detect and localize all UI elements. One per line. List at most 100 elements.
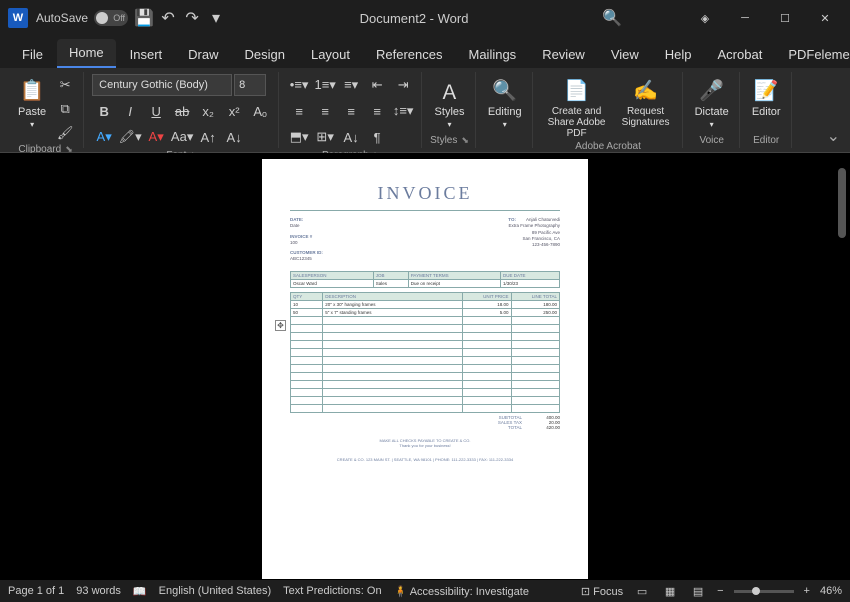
text-predictions[interactable]: Text Predictions: On bbox=[283, 585, 381, 597]
tab-review[interactable]: Review bbox=[530, 41, 597, 68]
styles-icon: Ａ bbox=[436, 76, 464, 104]
bold-button[interactable]: B bbox=[92, 100, 116, 122]
bullets-button[interactable]: •≡▾ bbox=[287, 74, 311, 96]
find-icon: 🔍 bbox=[491, 76, 519, 104]
tab-layout[interactable]: Layout bbox=[299, 41, 362, 68]
focus-button[interactable]: ⊡ Focus bbox=[581, 585, 623, 598]
editor-button[interactable]: 📝 Editor bbox=[748, 74, 785, 120]
document-area[interactable]: INVOICE DATE: Date INVOICE # 100 CUSTOME… bbox=[0, 153, 850, 580]
tab-design[interactable]: Design bbox=[233, 41, 297, 68]
tab-insert[interactable]: Insert bbox=[118, 41, 175, 68]
paste-button[interactable]: 📋 Paste ▾ bbox=[14, 74, 50, 131]
print-layout-icon[interactable]: ▦ bbox=[661, 583, 679, 599]
font-name-input[interactable] bbox=[92, 74, 232, 96]
page[interactable]: INVOICE DATE: Date INVOICE # 100 CUSTOME… bbox=[262, 159, 588, 579]
tab-mailings[interactable]: Mailings bbox=[457, 41, 529, 68]
group-editing: 🔍 Editing ▾ bbox=[478, 72, 533, 148]
read-mode-icon[interactable]: ▭ bbox=[633, 583, 651, 599]
line-spacing-button[interactable]: ↕≡▾ bbox=[391, 100, 415, 122]
font-color-button[interactable]: A▾ bbox=[144, 126, 168, 148]
change-case-button[interactable]: Aa▾ bbox=[170, 126, 194, 148]
collapse-ribbon-icon[interactable]: ⌄ bbox=[827, 126, 840, 146]
show-marks-button[interactable]: ¶ bbox=[365, 126, 389, 148]
highlight-button[interactable]: 🖍▾ bbox=[118, 126, 142, 148]
align-right-button[interactable]: ≡ bbox=[339, 100, 363, 122]
search-icon[interactable]: 🔍 bbox=[604, 10, 620, 26]
strikethrough-button[interactable]: ab bbox=[170, 100, 194, 122]
pdf-icon: 📄 bbox=[563, 76, 591, 104]
tab-acrobat[interactable]: Acrobat bbox=[706, 41, 775, 68]
zoom-slider[interactable] bbox=[734, 590, 794, 593]
undo-icon[interactable]: ↶ bbox=[160, 10, 176, 26]
launcher-icon[interactable]: ⬊ bbox=[461, 135, 469, 146]
word-count[interactable]: 93 words bbox=[76, 585, 121, 597]
request-signatures-button[interactable]: ✍ Request Signatures bbox=[616, 74, 676, 130]
tab-help[interactable]: Help bbox=[653, 41, 704, 68]
borders-button[interactable]: ⊞▾ bbox=[313, 126, 337, 148]
sort-button[interactable]: A↓ bbox=[339, 126, 363, 148]
font-size-input[interactable] bbox=[234, 74, 266, 96]
format-painter-icon[interactable]: 🖌 bbox=[53, 122, 77, 144]
vertical-scrollbar[interactable] bbox=[838, 158, 848, 578]
align-left-button[interactable]: ≡ bbox=[287, 100, 311, 122]
clear-format-button[interactable]: Aₒ bbox=[248, 100, 272, 122]
shading-button[interactable]: ⬒▾ bbox=[287, 126, 311, 148]
shrink-font-button[interactable]: A↓ bbox=[222, 126, 246, 148]
numbering-button[interactable]: 1≡▾ bbox=[313, 74, 337, 96]
accessibility-indicator[interactable]: 🧍 Accessibility: Investigate bbox=[394, 585, 529, 598]
justify-button[interactable]: ≡ bbox=[365, 100, 389, 122]
dictate-button[interactable]: 🎤 Dictate ▾ bbox=[691, 74, 733, 131]
save-icon[interactable]: 💾 bbox=[136, 10, 152, 26]
create-share-pdf-button[interactable]: 📄 Create and Share Adobe PDF bbox=[541, 74, 613, 141]
tab-view[interactable]: View bbox=[599, 41, 651, 68]
grow-font-button[interactable]: A↑ bbox=[196, 126, 220, 148]
editing-button[interactable]: 🔍 Editing ▾ bbox=[484, 74, 526, 131]
zoom-out-button[interactable]: − bbox=[717, 585, 723, 597]
zoom-in-button[interactable]: + bbox=[804, 585, 810, 597]
tab-pdfelement[interactable]: PDFelement bbox=[776, 41, 850, 68]
table-row: 1020" x 30" hanging frames18.00180.00 bbox=[291, 300, 560, 308]
tab-draw[interactable]: Draw bbox=[176, 41, 230, 68]
minimize-button[interactable]: ─ bbox=[728, 4, 762, 32]
microphone-icon: 🎤 bbox=[698, 76, 726, 104]
group-editor: 📝 Editor Editor bbox=[742, 72, 792, 148]
close-button[interactable]: ✕ bbox=[808, 4, 842, 32]
copy-icon[interactable]: ⧉ bbox=[53, 98, 77, 120]
tab-file[interactable]: File bbox=[10, 41, 55, 68]
table-move-handle[interactable]: ✥ bbox=[275, 320, 286, 331]
signature-icon: ✍ bbox=[632, 76, 660, 104]
styles-button[interactable]: Ａ Styles ▾ bbox=[430, 74, 469, 131]
diamond-icon[interactable]: ◈ bbox=[688, 4, 722, 32]
spell-check-icon[interactable]: 📖 bbox=[133, 585, 147, 598]
invoice-items-table: QTY DESCRIPTION UNIT PRICE LINE TOTAL 10… bbox=[290, 292, 560, 413]
align-center-button[interactable]: ≡ bbox=[313, 100, 337, 122]
italic-button[interactable]: I bbox=[118, 100, 142, 122]
tab-references[interactable]: References bbox=[364, 41, 454, 68]
ribbon-tabs: File Home Insert Draw Design Layout Refe… bbox=[0, 36, 850, 68]
web-layout-icon[interactable]: ▤ bbox=[689, 583, 707, 599]
toggle-switch[interactable]: Off bbox=[94, 10, 128, 26]
zoom-level[interactable]: 46% bbox=[820, 585, 842, 597]
maximize-button[interactable]: ☐ bbox=[768, 4, 802, 32]
decrease-indent-button[interactable]: ⇤ bbox=[365, 74, 389, 96]
tab-home[interactable]: Home bbox=[57, 39, 116, 68]
statusbar: Page 1 of 1 93 words 📖 English (United S… bbox=[0, 580, 850, 602]
redo-icon[interactable]: ↷ bbox=[184, 10, 200, 26]
group-acrobat: 📄 Create and Share Adobe PDF ✍ Request S… bbox=[535, 72, 683, 148]
group-paragraph: •≡▾ 1≡▾ ≡▾ ⇤ ⇥ ≡ ≡ ≡ ≡ ↕≡▾ ⬒▾ ⊞▾ A↓ ¶ Pa… bbox=[281, 72, 422, 148]
ribbon: 📋 Paste ▾ ✂ ⧉ 🖌 Clipboard⬊ B I U ab x bbox=[0, 68, 850, 153]
multilevel-button[interactable]: ≡▾ bbox=[339, 74, 363, 96]
subscript-button[interactable]: x₂ bbox=[196, 100, 220, 122]
cut-icon[interactable]: ✂ bbox=[53, 74, 77, 96]
page-indicator[interactable]: Page 1 of 1 bbox=[8, 585, 64, 597]
totals: SUBTOTAL400.00 SALES TAX20.00 TOTAL420.0… bbox=[290, 415, 560, 430]
superscript-button[interactable]: x² bbox=[222, 100, 246, 122]
scroll-thumb[interactable] bbox=[838, 168, 846, 238]
autosave-toggle[interactable]: AutoSave Off bbox=[36, 10, 128, 26]
text-effects-button[interactable]: A▾ bbox=[92, 126, 116, 148]
qat-dropdown-icon[interactable]: ▾ bbox=[208, 10, 224, 26]
language-indicator[interactable]: English (United States) bbox=[159, 585, 272, 597]
underline-button[interactable]: U bbox=[144, 100, 168, 122]
increase-indent-button[interactable]: ⇥ bbox=[391, 74, 415, 96]
invoice-info-table: SALESPERSON JOB PAYMENT TERMS DUE DATE O… bbox=[290, 271, 560, 288]
